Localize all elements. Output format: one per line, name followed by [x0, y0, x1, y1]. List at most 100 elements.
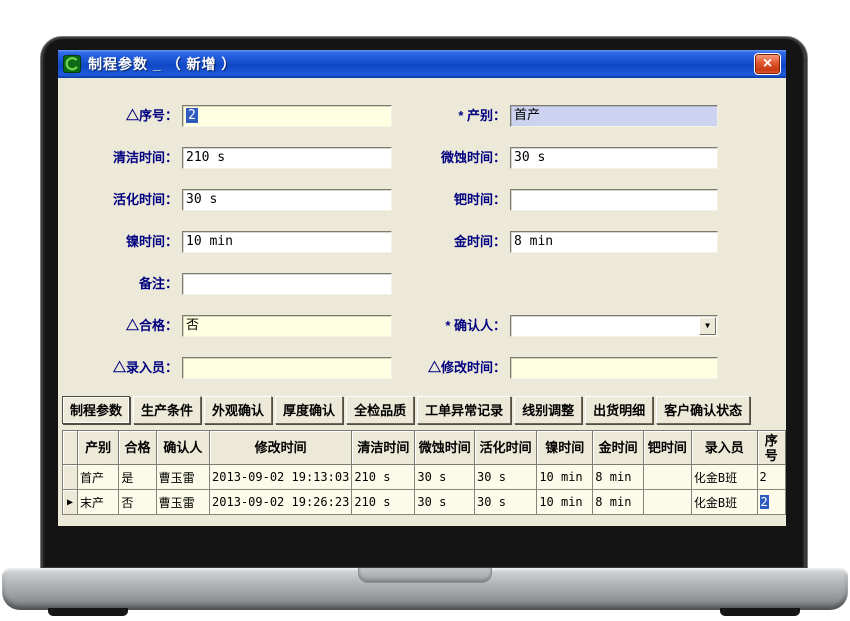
cell[interactable]: 8 min [593, 465, 644, 490]
column-header: 镍时间 [537, 431, 593, 465]
huohua-input[interactable]: 30 s [182, 189, 392, 211]
cell[interactable]: 2 [757, 465, 785, 490]
cell[interactable]: 末产 [77, 490, 118, 515]
close-icon: × [763, 56, 772, 72]
column-header: 产别 [77, 431, 118, 465]
cell[interactable]: 8 min [593, 490, 644, 515]
cell[interactable]: 首产 [77, 465, 118, 490]
cell[interactable]: 10 min [537, 465, 593, 490]
cell[interactable]: 2013-09-02 19:26:23 [210, 490, 352, 515]
title-bar: 制程参数 _ （ 新增 ） × [58, 50, 786, 78]
cell[interactable]: 曹玉雷 [156, 465, 209, 490]
label-hege: △合格： [66, 315, 178, 337]
batime-input[interactable] [510, 189, 718, 211]
table-row[interactable]: 首产是曹玉雷2013-09-02 19:13:03210 s30 s30 s10… [63, 465, 786, 490]
cell[interactable]: 210 s [352, 465, 415, 490]
column-header: 微蚀时间 [415, 431, 475, 465]
column-header: 录入员 [691, 431, 757, 465]
tab-7[interactable]: 出货明细 [585, 396, 653, 424]
jintime-input[interactable]: 8 min [510, 231, 718, 253]
cell[interactable]: 2013-09-02 19:13:03 [210, 465, 352, 490]
form-row-1: △序号： 2 * 产别： 首产 [58, 105, 786, 127]
cell[interactable]: 化金B班 [691, 490, 757, 515]
tab-0[interactable]: 制程参数 [62, 396, 130, 424]
label-jintime: 金时间： [388, 231, 506, 253]
cell[interactable]: 10 min [537, 490, 593, 515]
column-header: 活化时间 [475, 431, 537, 465]
cell[interactable]: 2 [757, 490, 785, 515]
label-batime: 钯时间： [388, 189, 506, 211]
laptop-foot-left [48, 608, 128, 616]
chevron-down-icon: ▼ [705, 322, 710, 330]
column-header: 钯时间 [644, 431, 692, 465]
row-selector-header [63, 431, 78, 465]
xuhao-input[interactable]: 2 [182, 105, 392, 127]
cell[interactable]: 曹玉雷 [156, 490, 209, 515]
querenren-dropdown-button[interactable]: ▼ [699, 317, 716, 335]
form-row-4: 镍时间： 10 min 金时间： 8 min [58, 231, 786, 253]
form-row-3: 活化时间： 30 s 钯时间： [58, 189, 786, 211]
label-beizhu: 备注： [66, 273, 178, 295]
label-luruyuan: △录入员： [66, 357, 178, 379]
chanbie-input[interactable]: 首产 [510, 105, 718, 127]
cell[interactable] [644, 465, 692, 490]
window-process-params: 制程参数 _ （ 新增 ） × △序号： 2 * 产别： 首产 清洁时间： 21… [58, 50, 786, 526]
app-icon [63, 55, 81, 73]
jintime-value: 8 min [514, 234, 553, 249]
xuhao-selected-text: 2 [186, 108, 198, 123]
label-nietime: 镍时间： [66, 231, 178, 253]
grid: 产别合格确认人修改时间清洁时间微蚀时间活化时间镍时间金时间钯时间录入员序号首产是… [62, 430, 786, 515]
cell[interactable]: 30 s [415, 490, 475, 515]
chanbie-value: 首产 [514, 108, 540, 123]
table-row[interactable]: ▶末产否曹玉雷2013-09-02 19:26:23210 s30 s30 s1… [63, 490, 786, 515]
cell[interactable]: 30 s [415, 465, 475, 490]
form-row-5: 备注： [58, 273, 786, 295]
nietime-input[interactable]: 10 min [182, 231, 392, 253]
cell[interactable]: 是 [119, 465, 156, 490]
label-chanbie: * 产别： [388, 105, 506, 127]
form-row-2: 清洁时间： 210 s 微蚀时间： 30 s [58, 147, 786, 169]
beizhu-input[interactable] [182, 273, 392, 295]
luruyuan-input[interactable] [182, 357, 392, 379]
label-huohua: 活化时间： [66, 189, 178, 211]
tab-2[interactable]: 外观确认 [204, 396, 272, 424]
label-weishi: 微蚀时间： [388, 147, 506, 169]
tab-5[interactable]: 工单异常记录 [417, 396, 511, 424]
hege-input[interactable]: 否 [182, 315, 392, 337]
cell[interactable]: 30 s [475, 490, 537, 515]
cell[interactable] [644, 490, 692, 515]
laptop-foot-right [720, 608, 800, 616]
close-button[interactable]: × [754, 53, 781, 75]
label-xiugai: △修改时间： [388, 357, 506, 379]
column-header: 序号 [757, 431, 785, 465]
tab-strip: 制程参数生产条件外观确认厚度确认全检品质工单异常记录线别调整出货明细客户确认状态 [62, 396, 786, 422]
weishi-input[interactable]: 30 s [510, 147, 718, 169]
laptop-mockup: 制程参数 _ （ 新增 ） × △序号： 2 * 产别： 首产 清洁时间： 21… [0, 0, 850, 621]
cell[interactable]: 化金B班 [691, 465, 757, 490]
qingjie-input[interactable]: 210 s [182, 147, 392, 169]
label-qingjie: 清洁时间： [66, 147, 178, 169]
column-header: 修改时间 [210, 431, 352, 465]
tab-3[interactable]: 厚度确认 [275, 396, 343, 424]
records-table: 产别合格确认人修改时间清洁时间微蚀时间活化时间镍时间金时间钯时间录入员序号首产是… [62, 430, 786, 515]
cell[interactable]: 210 s [352, 490, 415, 515]
tab-1[interactable]: 生产条件 [133, 396, 201, 424]
tab-6[interactable]: 线别调整 [514, 396, 582, 424]
qingjie-value: 210 s [186, 150, 225, 165]
column-header: 合格 [119, 431, 156, 465]
form-row-6: △合格： 否 * 确认人： ▼ [58, 315, 786, 337]
tab-8[interactable]: 客户确认状态 [656, 396, 750, 424]
label-querenren: * 确认人： [388, 315, 506, 337]
hege-value: 否 [186, 318, 199, 333]
column-header: 确认人 [156, 431, 209, 465]
cell[interactable]: 30 s [475, 465, 537, 490]
tab-4[interactable]: 全检品质 [346, 396, 414, 424]
row-selector-cell [63, 465, 78, 490]
label-xuhao: △序号： [66, 105, 178, 127]
nietime-value: 10 min [186, 234, 233, 249]
cell[interactable]: 否 [119, 490, 156, 515]
querenren-combobox[interactable]: ▼ [510, 315, 718, 337]
xiugai-input[interactable] [510, 357, 718, 379]
laptop-notch [358, 568, 492, 583]
form-row-7: △录入员： △修改时间： [58, 357, 786, 379]
